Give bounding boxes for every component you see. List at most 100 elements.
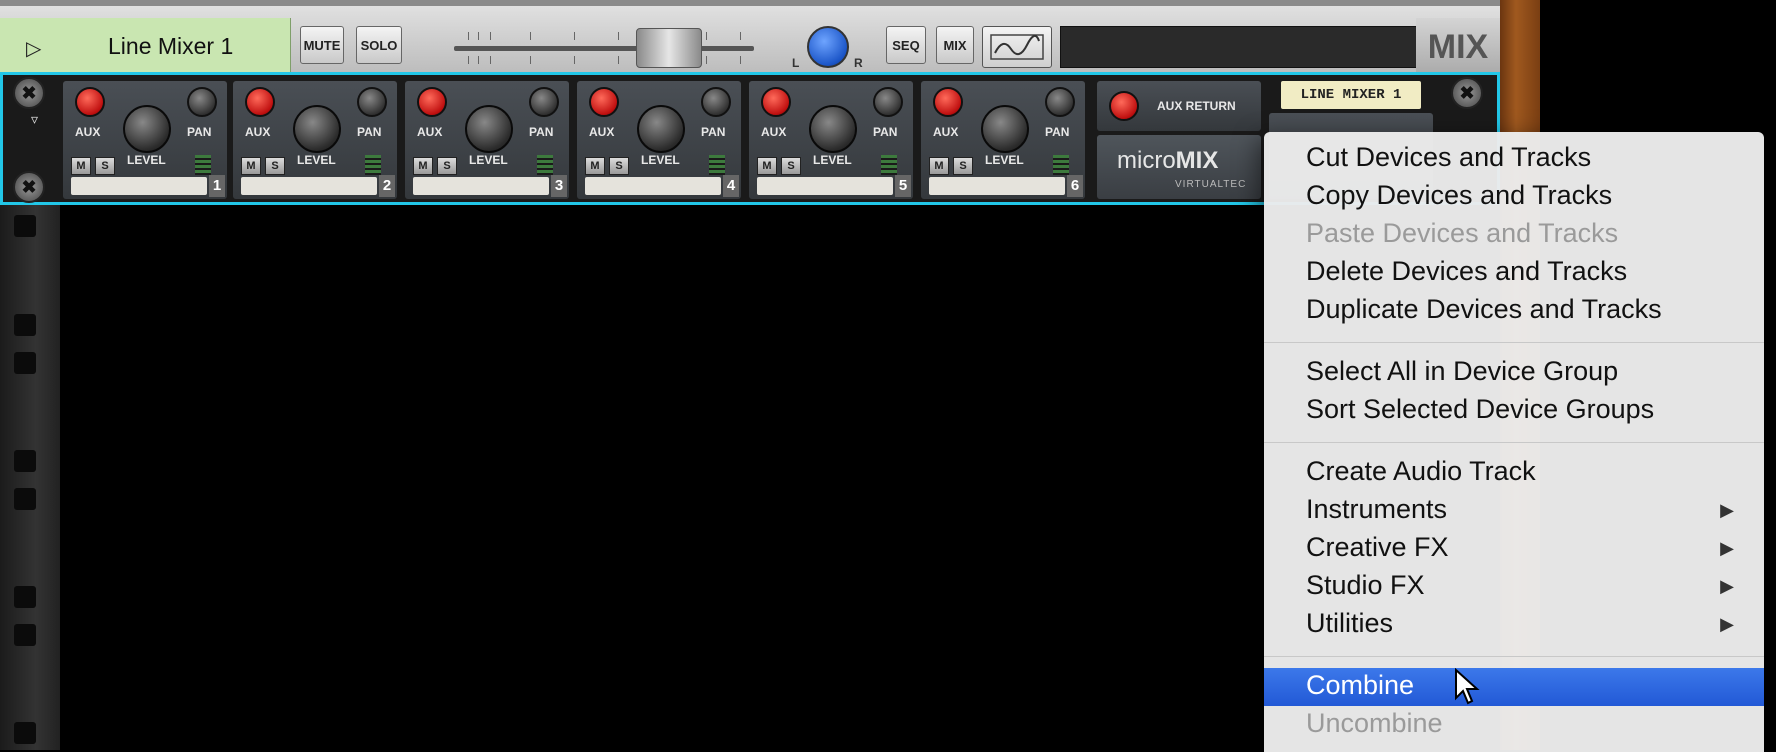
level-knob[interactable] bbox=[293, 105, 341, 153]
fader-tick bbox=[706, 32, 707, 40]
solo-button[interactable]: S bbox=[437, 157, 457, 175]
level-knob[interactable] bbox=[809, 105, 857, 153]
waveform-icon bbox=[990, 34, 1044, 60]
vu-meter bbox=[537, 155, 553, 175]
brand-bold: MIX bbox=[1175, 147, 1219, 174]
pan-knob[interactable] bbox=[807, 26, 849, 68]
aux-knob[interactable] bbox=[761, 87, 791, 117]
menu-item-creative-fx[interactable]: Creative FX bbox=[1306, 532, 1449, 563]
level-label: LEVEL bbox=[469, 153, 508, 167]
pan-knob[interactable] bbox=[529, 87, 559, 117]
micromix-logo: microMIX VIRTUALTEC bbox=[1097, 135, 1261, 199]
aux-return-label: AUX RETURN bbox=[1157, 99, 1236, 113]
menu-item-combine[interactable]: Combine bbox=[1306, 670, 1414, 701]
aux-return-section: AUX RETURN bbox=[1097, 81, 1261, 131]
menu-item-create-audio-track[interactable]: Create Audio Track bbox=[1306, 456, 1536, 487]
seq-button[interactable]: SEQ bbox=[886, 26, 926, 64]
level-label: LEVEL bbox=[641, 153, 680, 167]
submenu-arrow-icon: ▶ bbox=[1720, 576, 1734, 596]
menu-separator bbox=[1264, 442, 1764, 443]
aux-knob[interactable] bbox=[245, 87, 275, 117]
channel-number: 6 bbox=[1067, 175, 1083, 197]
menu-item-select-all[interactable]: Select All in Device Group bbox=[1306, 356, 1618, 387]
aux-knob[interactable] bbox=[75, 87, 105, 117]
menu-item-cut[interactable]: Cut Devices and Tracks bbox=[1306, 142, 1591, 173]
solo-button[interactable]: S bbox=[953, 157, 973, 175]
context-menu: Cut Devices and Tracks Copy Devices and … bbox=[1264, 132, 1764, 752]
menu-item-utilities[interactable]: Utilities bbox=[1306, 608, 1393, 639]
fold-triangle-icon[interactable]: ▷ bbox=[26, 36, 41, 61]
channel-name-strip[interactable] bbox=[241, 177, 377, 195]
automation-graph-button[interactable] bbox=[982, 26, 1052, 68]
mix-button[interactable]: MIX bbox=[936, 26, 974, 64]
channel-name-strip[interactable] bbox=[71, 177, 207, 195]
vu-meter bbox=[1053, 155, 1069, 175]
vu-meter bbox=[195, 155, 211, 175]
fold-arrow-icon[interactable]: ▿ bbox=[31, 111, 38, 128]
level-knob[interactable] bbox=[465, 105, 513, 153]
mute-button[interactable]: M bbox=[71, 157, 91, 175]
mute-button[interactable]: M bbox=[585, 157, 605, 175]
device-name-area[interactable]: ▷ Line Mixer 1 bbox=[0, 18, 291, 74]
menu-item-studio-fx[interactable]: Studio FX bbox=[1306, 570, 1425, 601]
device-header-bar: ▷ Line Mixer 1 MUTE SOLO L R SEQ MIX MIX bbox=[0, 0, 1500, 76]
aux-knob[interactable] bbox=[933, 87, 963, 117]
channel-number: 5 bbox=[895, 175, 911, 197]
screw-icon: ✖ bbox=[13, 77, 45, 109]
menu-item-copy[interactable]: Copy Devices and Tracks bbox=[1306, 180, 1612, 211]
vu-meter bbox=[709, 155, 725, 175]
aux-label: AUX bbox=[761, 125, 787, 139]
mute-button[interactable]: M bbox=[241, 157, 261, 175]
aux-label: AUX bbox=[417, 125, 443, 139]
aux-label: AUX bbox=[245, 125, 271, 139]
menu-item-paste: Paste Devices and Tracks bbox=[1306, 218, 1619, 248]
solo-button[interactable]: SOLO bbox=[356, 26, 402, 64]
menu-item-instruments[interactable]: Instruments bbox=[1306, 494, 1447, 525]
menu-item-duplicate[interactable]: Duplicate Devices and Tracks bbox=[1306, 294, 1662, 325]
fader-tick bbox=[490, 32, 491, 40]
mute-button[interactable]: M bbox=[413, 157, 433, 175]
level-label: LEVEL bbox=[813, 153, 852, 167]
menu-item-uncombine: Uncombine bbox=[1306, 708, 1443, 738]
menu-item-delete[interactable]: Delete Devices and Tracks bbox=[1306, 256, 1627, 287]
channel-name-strip[interactable] bbox=[585, 177, 721, 195]
pan-knob[interactable] bbox=[187, 87, 217, 117]
pan-knob[interactable] bbox=[873, 87, 903, 117]
pan-knob[interactable] bbox=[1045, 87, 1075, 117]
fader-tick bbox=[478, 32, 479, 40]
level-knob[interactable] bbox=[637, 105, 685, 153]
submenu-arrow-icon: ▶ bbox=[1720, 500, 1734, 520]
brand-name: microMIX bbox=[1117, 147, 1218, 175]
solo-button[interactable]: S bbox=[265, 157, 285, 175]
pan-right-label: R bbox=[854, 56, 863, 70]
channel-strip-5: AUX PAN LEVEL M S 5 bbox=[749, 81, 913, 199]
fader-track[interactable] bbox=[454, 46, 754, 51]
solo-button[interactable]: S bbox=[781, 157, 801, 175]
fader-tick bbox=[574, 32, 575, 40]
rail-hole bbox=[14, 624, 36, 646]
solo-button[interactable]: S bbox=[609, 157, 629, 175]
mute-button[interactable]: M bbox=[757, 157, 777, 175]
aux-knob[interactable] bbox=[589, 87, 619, 117]
screw-icon: ✖ bbox=[1451, 77, 1483, 109]
device-tape-label[interactable]: LINE MIXER 1 bbox=[1281, 81, 1421, 109]
level-knob[interactable] bbox=[981, 105, 1029, 153]
channel-name-strip[interactable] bbox=[757, 177, 893, 195]
channel-name-strip[interactable] bbox=[413, 177, 549, 195]
aux-return-knob[interactable] bbox=[1109, 91, 1139, 121]
rail-hole bbox=[14, 450, 36, 472]
solo-button[interactable]: S bbox=[95, 157, 115, 175]
mouse-pointer-icon bbox=[1455, 668, 1480, 705]
pan-knob[interactable] bbox=[701, 87, 731, 117]
device-name[interactable]: Line Mixer 1 bbox=[108, 33, 233, 60]
aux-knob[interactable] bbox=[417, 87, 447, 117]
pan-knob[interactable] bbox=[357, 87, 387, 117]
fader-tick bbox=[490, 56, 491, 64]
menu-item-sort-groups[interactable]: Sort Selected Device Groups bbox=[1306, 394, 1654, 425]
mute-button[interactable]: M bbox=[929, 157, 949, 175]
level-knob[interactable] bbox=[123, 105, 171, 153]
fader-handle[interactable] bbox=[636, 28, 702, 68]
channel-name-strip[interactable] bbox=[929, 177, 1065, 195]
mute-button[interactable]: MUTE bbox=[300, 26, 344, 64]
pan-label: PAN bbox=[1045, 125, 1070, 139]
